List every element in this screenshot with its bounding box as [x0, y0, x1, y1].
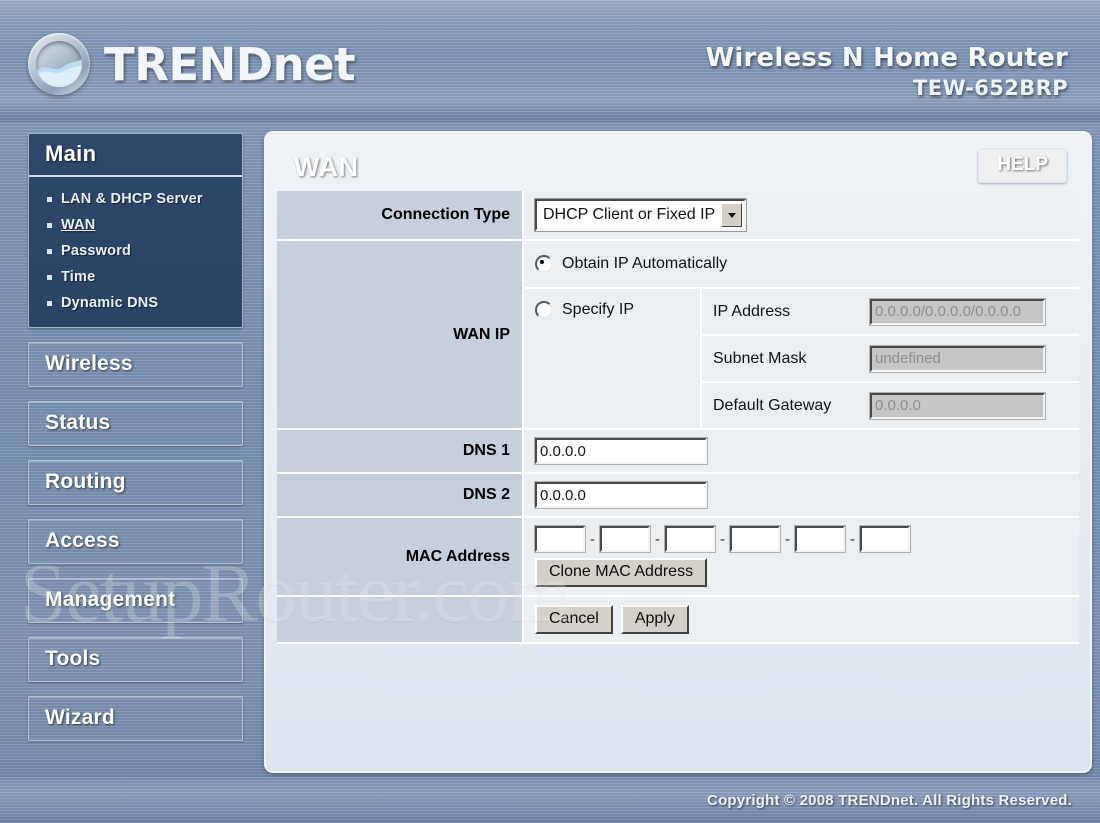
default-gateway-field[interactable]: [869, 391, 1046, 420]
wan-ip-label: WAN IP: [277, 240, 524, 430]
page-footer: Copyright © 2008 TRENDnet. All Rights Re…: [0, 777, 1100, 823]
product-identity: Wireless N Home Router TEW-652BRP: [705, 43, 1068, 100]
brand-name: TRENDnet: [104, 37, 356, 91]
wave-swoosh-icon: [36, 41, 82, 87]
static-ip-fields: IP Address Subnet Mask Default Gateway: [700, 289, 1079, 428]
default-gateway-label: Default Gateway: [713, 396, 832, 414]
mac-octet-1[interactable]: [534, 525, 586, 553]
sidebar-navigation: Main LAN & DHCP Server WAN Password Time: [28, 133, 243, 755]
mac-octet-group: - - - - -: [534, 525, 1069, 553]
wan-settings-form: Connection Type DHCP Client or Fixed IP …: [277, 191, 1079, 644]
bullet-icon: [47, 196, 52, 202]
radio-button-auto-icon[interactable]: [535, 255, 553, 273]
product-name: Wireless N Home Router: [705, 43, 1068, 73]
sidebar-item-dynamic-dns[interactable]: Dynamic DNS: [29, 290, 242, 316]
actions-spacer: [277, 596, 524, 644]
sidebar-item-label: Password: [61, 243, 132, 259]
sidebar-item-access[interactable]: Access: [28, 519, 243, 564]
page-header: TRENDnet Wireless N Home Router TEW-652B…: [0, 0, 1100, 122]
sidebar-item-status[interactable]: Status: [28, 401, 243, 446]
row-default-gateway: Default Gateway: [702, 383, 1079, 428]
sidebar-item-routing[interactable]: Routing: [28, 460, 243, 505]
specify-ip-section: Specify IP IP Address Subnet Mask: [524, 289, 1079, 428]
bullet-icon: [47, 300, 52, 306]
radio-specify-label: Specify IP: [562, 301, 635, 318]
dns2-field[interactable]: [534, 481, 708, 509]
sidebar-item-time[interactable]: Time: [29, 264, 242, 290]
mac-separator: -: [590, 530, 595, 548]
bullet-icon: [47, 222, 52, 228]
mac-octet-2[interactable]: [599, 525, 651, 553]
sidebar-item-wireless[interactable]: Wireless: [28, 342, 243, 387]
ip-address-field[interactable]: [869, 297, 1046, 326]
mac-separator: -: [785, 530, 790, 548]
row-connection-type: Connection Type DHCP Client or Fixed IP: [277, 191, 1079, 241]
action-button-group: Cancel Apply: [535, 605, 1069, 634]
sidebar-item-wizard[interactable]: Wizard: [28, 696, 243, 741]
row-form-actions: Cancel Apply: [277, 596, 1079, 644]
mac-octet-6[interactable]: [859, 525, 911, 553]
sidebar-item-lan-dhcp-server[interactable]: LAN & DHCP Server: [29, 186, 242, 212]
dns1-field[interactable]: [534, 437, 708, 465]
clone-mac-address-button[interactable]: Clone MAC Address: [535, 558, 708, 587]
ip-address-label: IP Address: [713, 302, 791, 320]
row-dns1: DNS 1: [277, 429, 1079, 474]
radio-auto-label: Obtain IP Automatically: [562, 255, 728, 272]
radio-obtain-ip-automatically[interactable]: Obtain IP Automatically: [535, 252, 1079, 276]
mac-octet-3[interactable]: [664, 525, 716, 553]
copyright-text: Copyright © 2008 TRENDnet. All Rights Re…: [707, 791, 1072, 809]
radio-specify-ip[interactable]: Specify IP: [535, 298, 700, 322]
sidebar-item-label: LAN & DHCP Server: [61, 191, 203, 207]
connection-type-label: Connection Type: [277, 191, 524, 241]
brand-logo[interactable]: TRENDnet: [28, 33, 356, 95]
sidebar-item-tools[interactable]: Tools: [28, 637, 243, 682]
dns2-label: DNS 2: [277, 473, 524, 518]
bullet-icon: [47, 248, 52, 254]
header-top-edge: [0, 0, 1100, 7]
content-panel: WAN HELP Connection Type DHCP Client or …: [264, 131, 1092, 773]
apply-button[interactable]: Apply: [620, 605, 689, 634]
row-dns2: DNS 2: [277, 473, 1079, 518]
page-title: WAN: [294, 152, 359, 182]
bullet-icon: [47, 274, 52, 280]
subnet-mask-label: Subnet Mask: [713, 349, 807, 367]
row-ip-address: IP Address: [702, 289, 1079, 336]
mac-octet-5[interactable]: [794, 525, 846, 553]
trendnet-circle-icon: [28, 33, 90, 95]
row-wan-ip: WAN IP Obtain IP Automatically Specify I: [277, 240, 1079, 430]
cancel-button[interactable]: Cancel: [535, 605, 613, 634]
connection-type-select[interactable]: DHCP Client or Fixed IP: [533, 198, 748, 232]
sidebar-item-management[interactable]: Management: [28, 578, 243, 623]
sidebar-group-title[interactable]: Main: [29, 134, 242, 177]
sidebar-item-label: Time: [61, 269, 96, 285]
product-model: TEW-652BRP: [912, 75, 1068, 100]
sidebar-sublist: LAN & DHCP Server WAN Password Time Dyna: [29, 177, 242, 327]
sidebar-group-main: Main LAN & DHCP Server WAN Password Time: [28, 133, 243, 328]
sidebar-item-label: Dynamic DNS: [61, 295, 159, 311]
sidebar-item-password[interactable]: Password: [29, 238, 242, 264]
mac-address-label: MAC Address: [277, 517, 524, 597]
mac-octet-4[interactable]: [729, 525, 781, 553]
connection-type-value: DHCP Client or Fixed IP: [543, 206, 716, 223]
row-mac-address: MAC Address - - - - - Clone MAC Address: [277, 517, 1079, 597]
chevron-down-icon[interactable]: [721, 203, 743, 227]
mac-separator: -: [850, 530, 855, 548]
row-subnet-mask: Subnet Mask: [702, 336, 1079, 383]
mac-separator: -: [720, 530, 725, 548]
router-admin-page: TRENDnet Wireless N Home Router TEW-652B…: [0, 0, 1100, 823]
panel-title-bar: WAN HELP: [277, 144, 1079, 191]
specify-ip-radio-cell: Specify IP: [524, 289, 700, 428]
radio-button-specify-icon[interactable]: [535, 301, 553, 319]
help-button[interactable]: HELP: [978, 149, 1067, 183]
dns1-label: DNS 1: [277, 429, 524, 474]
sidebar-item-label: WAN: [61, 217, 96, 233]
obtain-ip-automatically-row: Obtain IP Automatically: [524, 241, 1079, 289]
mac-separator: -: [655, 530, 660, 548]
sidebar-item-wan[interactable]: WAN: [29, 212, 242, 238]
subnet-mask-field[interactable]: [869, 344, 1046, 373]
